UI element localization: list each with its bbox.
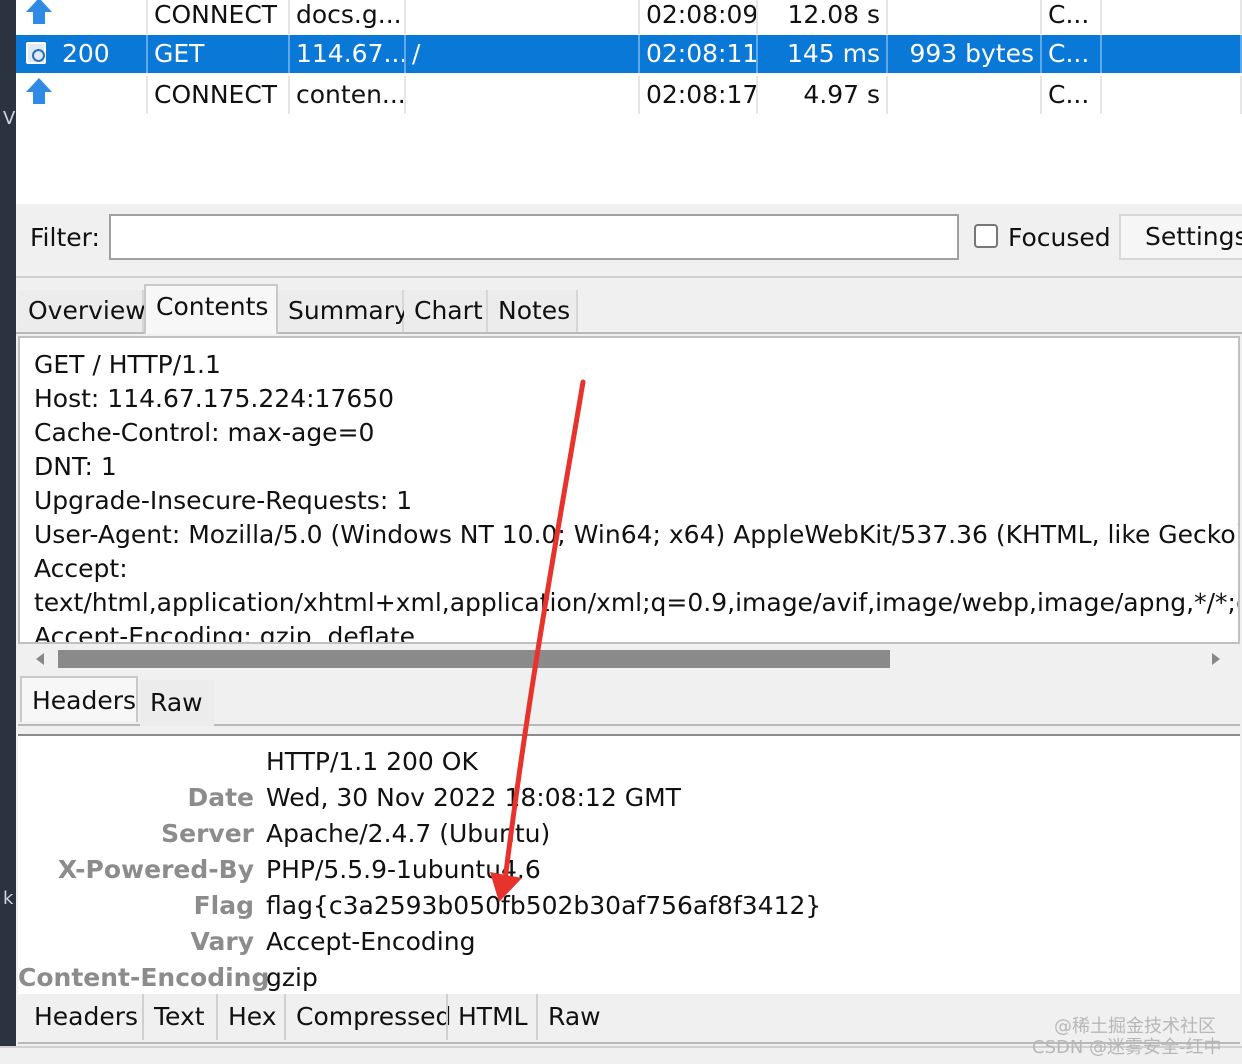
request-line: DNT: 1	[34, 452, 117, 481]
session-cell-method: CONNECT	[148, 76, 290, 114]
session-cell-blank	[1102, 35, 1242, 73]
request-view-tabs: Headers Raw	[18, 676, 1240, 726]
tab-response-text[interactable]: Text	[142, 994, 214, 1040]
session-cell-url: /	[406, 35, 640, 73]
session-cell-host: 114.67....	[290, 35, 406, 73]
session-cell-time: 02:08:17	[640, 76, 758, 114]
header-key: Vary	[190, 927, 254, 956]
header-row: X-Powered-By PHP/5.5.9-1ubuntu4.6	[18, 852, 1240, 888]
tab-contents[interactable]: Contents	[144, 284, 278, 334]
header-value: flag{c3a2593b050fb502b30af756af8f3412}	[266, 891, 822, 920]
session-cell-time: 02:08:11	[640, 35, 758, 73]
header-value: PHP/5.5.9-1ubuntu4.6	[266, 855, 541, 884]
session-cell-extra: C...	[1042, 76, 1102, 114]
tab-request-raw[interactable]: Raw	[140, 680, 214, 726]
header-key: Server	[161, 819, 254, 848]
header-value: Wed, 30 Nov 2022 18:08:12 GMT	[266, 783, 681, 812]
filter-bar: Filter: Focused Settings	[16, 204, 1242, 278]
filter-input[interactable]	[109, 214, 959, 260]
session-cell-extra: C...	[1042, 0, 1102, 34]
session-row[interactable]: CONNECT conten... 02:08:17 4.97 s C...	[16, 76, 1242, 114]
background-char: k	[3, 888, 14, 909]
upload-arrow-icon	[26, 78, 52, 104]
session-cell-size	[888, 0, 1042, 34]
web-page-icon	[26, 42, 46, 64]
header-key: X-Powered-By	[57, 855, 254, 884]
header-key: Date	[187, 783, 254, 812]
header-value: Apache/2.4.7 (Ubuntu)	[266, 819, 551, 848]
request-line: Upgrade-Insecure-Requests: 1	[34, 486, 413, 515]
tab-response-hex[interactable]: Hex	[216, 994, 284, 1040]
tab-summary[interactable]: Summary	[278, 290, 409, 332]
session-cell-extra: C...	[1042, 35, 1102, 73]
session-cell-method: GET	[148, 35, 290, 73]
session-cell-host: conten...	[290, 76, 406, 114]
response-headers[interactable]: HTTP/1.1 200 OK Date Wed, 30 Nov 2022 18:0…	[18, 734, 1240, 994]
request-line: Host: 114.67.175.224:17650	[34, 384, 395, 413]
header-row: Date Wed, 30 Nov 2022 18:08:12 GMT	[18, 780, 1240, 816]
tab-overview[interactable]: Overview	[18, 290, 146, 332]
request-line: Cache-Control: max-age=0	[34, 418, 375, 447]
background-window-strip: V k	[0, 0, 16, 1062]
tab-response-html[interactable]: HTML	[446, 994, 536, 1040]
session-row[interactable]: 200 GET 114.67..../02:08:11 145 ms 993 bytes…	[16, 35, 1242, 73]
tab-request-headers[interactable]: Headers	[20, 676, 138, 722]
tab-response-headers[interactable]: Headers	[24, 994, 142, 1040]
session-cell-result	[56, 76, 148, 114]
session-cell-time: 02:08:09	[640, 0, 758, 34]
header-row: HTTP/1.1 200 OK	[18, 744, 1240, 780]
session-list[interactable]: CONNECT docs.g... 02:08:09 12.08 s C... 200 GE…	[16, 0, 1242, 204]
header-row: Vary Accept-Encoding	[18, 924, 1240, 960]
request-line: text/html,application/xhtml+xml,applicat…	[34, 588, 1240, 617]
request-line: Accept:	[34, 554, 128, 583]
request-line: Accept-Encoding: gzip, deflate	[34, 622, 416, 644]
session-cell-method: CONNECT	[148, 0, 290, 34]
web-page-icon	[18, 35, 54, 73]
upload-arrow-icon	[18, 76, 54, 114]
session-cell-size	[888, 76, 1042, 114]
session-cell-size: 993 bytes	[888, 35, 1042, 73]
horizontal-scrollbar[interactable]	[18, 644, 1240, 674]
header-row: Content-Encoding gzip	[18, 960, 1240, 994]
tab-response-raw[interactable]: Raw	[536, 994, 606, 1040]
session-cell-duration: 145 ms	[758, 35, 888, 73]
tab-notes[interactable]: Notes	[488, 290, 578, 332]
request-line: User-Agent: Mozilla/5.0 (Windows NT 10.0…	[34, 520, 1240, 549]
session-cell-host: docs.g...	[290, 0, 406, 34]
session-cell-result: 200	[56, 35, 148, 73]
tab-chart[interactable]: Chart	[404, 290, 488, 332]
header-value: Accept-Encoding	[266, 927, 476, 956]
scroll-right-icon[interactable]	[1212, 653, 1220, 665]
session-cell-duration: 12.08 s	[758, 0, 888, 34]
session-row[interactable]: CONNECT docs.g... 02:08:09 12.08 s C...	[16, 0, 1242, 34]
session-cell-duration: 4.97 s	[758, 76, 888, 114]
upload-arrow-icon	[26, 0, 52, 24]
settings-button[interactable]: Settings	[1119, 214, 1242, 260]
header-value: gzip	[266, 963, 318, 992]
header-row: Server Apache/2.4.7 (Ubuntu)	[18, 816, 1240, 852]
filter-label: Filter:	[30, 223, 100, 252]
focused-checkbox[interactable]	[974, 224, 998, 248]
header-value: HTTP/1.1 200 OK	[266, 747, 478, 776]
header-key: Content-Encoding	[18, 963, 270, 992]
session-cell-url	[406, 76, 640, 114]
main-tabs: Overview Contents Summary Chart Notes	[16, 284, 1242, 334]
upload-arrow-icon	[18, 0, 54, 34]
request-line: GET / HTTP/1.1	[34, 350, 221, 379]
watermark-line: CSDN @迷雾安全-红中	[1032, 1037, 1222, 1058]
session-cell-url	[406, 0, 640, 34]
header-key: Flag	[193, 891, 254, 920]
session-cell-blank	[1102, 76, 1242, 114]
header-row: Flag flag{c3a2593b050fb502b30af756af8f341…	[18, 888, 1240, 924]
session-cell-blank	[1102, 0, 1242, 34]
focused-label[interactable]: Focused	[1008, 220, 1111, 256]
tab-response-compressed[interactable]: Compressed	[284, 994, 451, 1040]
request-content[interactable]: GET / HTTP/1.1 Host: 114.67.175.224:1765…	[18, 336, 1240, 644]
background-char: V	[3, 108, 16, 129]
session-cell-result	[56, 0, 148, 34]
scroll-left-icon[interactable]	[36, 653, 44, 665]
scrollbar-thumb[interactable]	[58, 650, 890, 668]
